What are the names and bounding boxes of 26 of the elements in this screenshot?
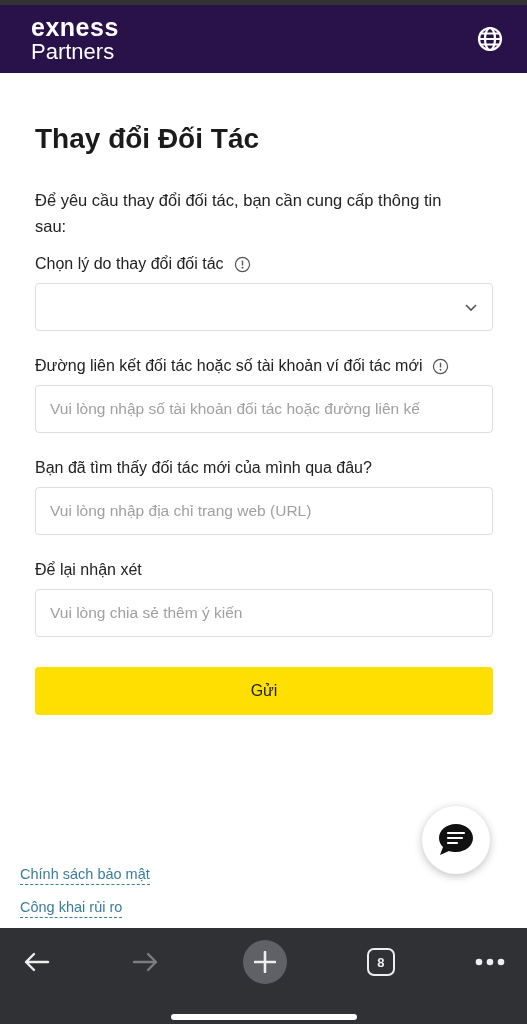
footer-link[interactable]: Chính sách bảo mật — [20, 866, 150, 885]
field-label: Đường liên kết đối tác hoặc số tài khoản ví đối tác mới — [35, 357, 423, 375]
chevron-icon — [464, 302, 478, 312]
chat-icon — [437, 822, 475, 858]
tab-count-button[interactable]: 8 — [366, 948, 395, 976]
logo-text: exness — [31, 15, 119, 40]
field-label: Để lại nhận xét — [35, 561, 142, 579]
info-icon[interactable] — [432, 357, 450, 375]
input-field[interactable]: Vui lòng nhập địa chỉ trang web (URL) — [35, 487, 493, 535]
field-label: Bạn đã tìm thấy đối tác mới của mình qua đâu? — [35, 459, 372, 477]
footer-link[interactable]: Công khai rủi ro — [20, 899, 123, 918]
select-field[interactable] — [35, 283, 493, 331]
more-icon[interactable] — [475, 958, 505, 966]
field-label: Chọn lý do thay đổi đối tác — [35, 255, 224, 273]
logo-subtitle: Partners — [31, 41, 116, 63]
input-field[interactable]: Vui lòng nhập số tài khoản đối tác hoặc đường liên kế — [35, 385, 493, 433]
input-field[interactable]: Vui lòng chia sẻ thêm ý kiến — [35, 589, 493, 637]
new-tab-button[interactable] — [242, 940, 287, 984]
submit-button[interactable]: Gửi — [35, 667, 493, 715]
page-title: Thay đổi Đối Tác — [35, 123, 261, 155]
globe-icon[interactable] — [477, 26, 503, 52]
chat-button[interactable] — [422, 806, 490, 874]
plus-icon — [253, 951, 276, 973]
info-icon[interactable] — [233, 255, 251, 273]
intro-text: Để yêu cầu thay đổi đối tác, bạn cần cung cấp thông tin sau: — [35, 190, 443, 237]
back-button[interactable] — [22, 950, 52, 974]
